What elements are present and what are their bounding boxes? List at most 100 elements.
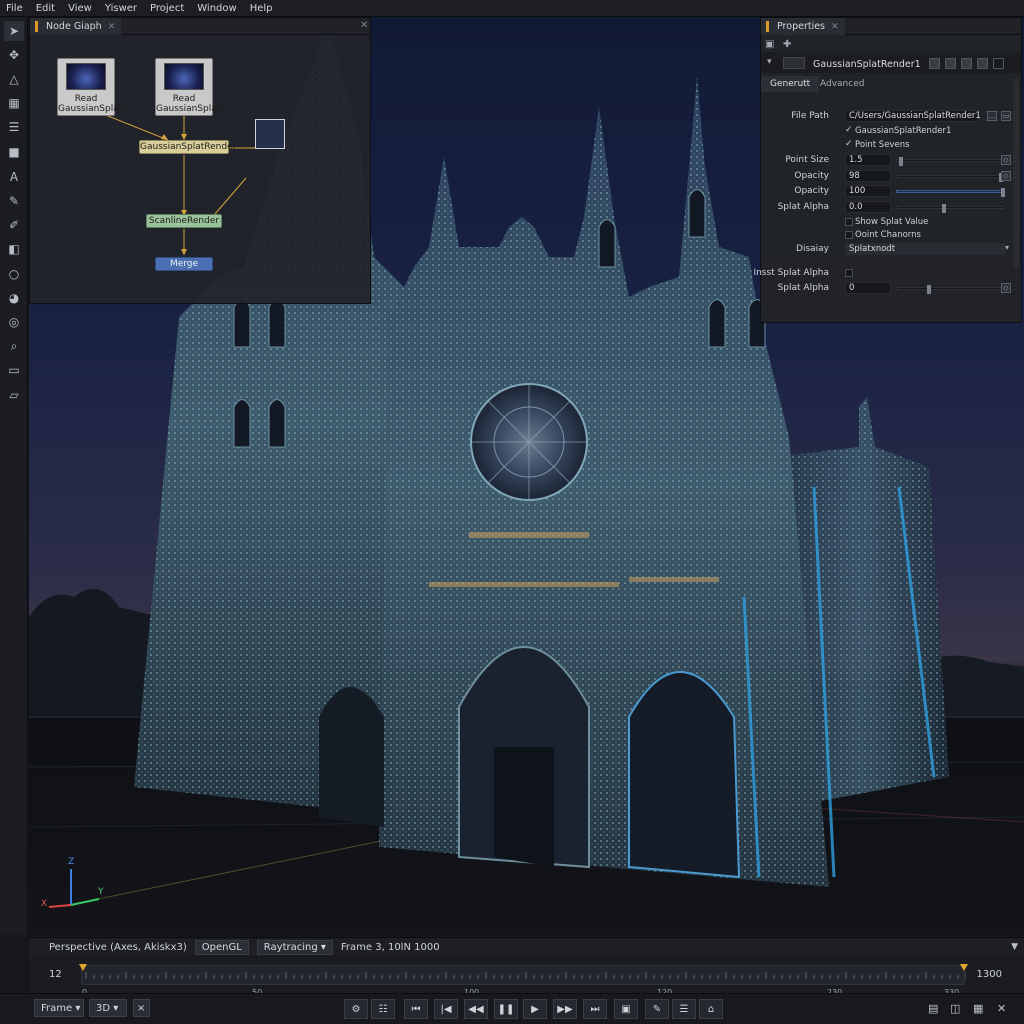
slider-knob[interactable]	[927, 285, 931, 294]
slider-knob[interactable]	[942, 204, 946, 213]
paint-icon[interactable]: ✐	[4, 215, 24, 235]
camera-icon[interactable]: ◫	[950, 1002, 960, 1015]
edit-icon[interactable]: ✎	[645, 999, 669, 1019]
perspective-label[interactable]: Perspective (Axes, Akiskx3)	[49, 942, 187, 953]
merge-node[interactable]: Merge	[155, 257, 213, 271]
gaussian-splat-render-node[interactable]: GaussianSplatRender	[139, 140, 236, 154]
menu-project[interactable]: Project	[150, 3, 184, 14]
copy-icon[interactable]	[929, 58, 940, 69]
dimension-dropdown[interactable]: 3D ▾	[89, 999, 127, 1017]
grid-icon[interactable]: ▦	[4, 93, 24, 113]
slider-knob[interactable]	[899, 157, 903, 166]
opacity-input[interactable]: 98	[845, 170, 891, 182]
tab-advanced[interactable]: Advanced	[811, 76, 873, 92]
properties-scrollbar[interactable]	[1013, 78, 1019, 268]
text-icon[interactable]: A	[4, 167, 24, 187]
frame-mode-dropdown[interactable]: Frame ▾	[34, 999, 84, 1017]
show-splat-value-checkbox[interactable]	[845, 218, 853, 226]
tag-icon[interactable]: ⌂	[699, 999, 723, 1019]
skip-to-start-icon[interactable]: ⏮	[404, 999, 428, 1019]
folder-icon[interactable]: ▱	[4, 385, 24, 405]
add-icon[interactable]: ✚	[783, 39, 791, 50]
cursor-icon[interactable]: ➤	[4, 21, 24, 41]
splat-alpha-slider-2[interactable]	[896, 285, 1004, 294]
menu-viewer[interactable]: Yiswer	[105, 3, 137, 14]
grid-icon[interactable]: ▦	[973, 1002, 983, 1015]
close-node-icon[interactable]	[993, 58, 1004, 69]
raytracing-dropdown[interactable]: Raytracing ▾	[256, 939, 333, 955]
timeline-start-frame[interactable]: 12	[49, 969, 62, 980]
chevron-down-icon[interactable]: ▼	[1011, 942, 1018, 952]
circle-icon[interactable]: ○	[4, 264, 24, 284]
read-node-1[interactable]: Read GaussianSplat	[57, 58, 122, 116]
opengl-button[interactable]: OpenGL	[194, 939, 249, 955]
timeline-out-marker[interactable]	[960, 964, 968, 971]
snapshot-icon[interactable]: ▤	[928, 1002, 938, 1015]
transform-icon[interactable]: ✥	[4, 45, 24, 65]
check-icon[interactable]: ✓	[845, 125, 853, 135]
point-size-input[interactable]: 1.5	[845, 154, 891, 166]
close-icon[interactable]: ✕	[831, 22, 839, 32]
chevron-down-icon[interactable]: ▾	[1005, 243, 1009, 252]
close-button[interactable]: ×	[133, 999, 150, 1017]
pause-icon[interactable]: ❚❚	[494, 999, 518, 1019]
menu-window[interactable]: Window	[197, 3, 236, 14]
splat-alpha-input[interactable]: 0.0	[845, 201, 891, 213]
image-icon[interactable]: ▭	[4, 360, 24, 380]
opacity-slider[interactable]	[896, 173, 1004, 182]
brush-icon[interactable]: ✎	[4, 191, 24, 211]
menu-help[interactable]: Help	[250, 3, 273, 14]
fast-forward-icon[interactable]: ▶▶	[553, 999, 577, 1019]
read-node-2[interactable]: Read GaussianSplat	[155, 58, 220, 116]
measure-icon[interactable]: △	[4, 69, 24, 89]
keyframe-icon[interactable]: ◇	[1001, 283, 1011, 293]
pin-icon[interactable]	[977, 58, 988, 69]
keyframe-icon[interactable]: ◇	[1001, 171, 1011, 181]
node-name-field[interactable]: GaussianSplatRender1	[813, 59, 921, 70]
record-icon[interactable]: ▣	[614, 999, 638, 1019]
timeline-track[interactable]: 0 50 100 120 230 330	[79, 964, 968, 997]
timeline-in-marker[interactable]	[79, 964, 87, 971]
slider-knob[interactable]	[1001, 188, 1005, 197]
point-channels-checkbox[interactable]	[845, 231, 853, 239]
keyframe-icon[interactable]: ◇	[1001, 155, 1011, 165]
menu-edit[interactable]: Edit	[36, 3, 55, 14]
file-path-input[interactable]: C/Users/GaussianSplatRender1	[845, 110, 981, 122]
paste-icon[interactable]	[945, 58, 956, 69]
menu-view[interactable]: View	[68, 3, 92, 14]
cube-icon[interactable]: ■	[4, 142, 24, 162]
skip-to-end-icon[interactable]: ⏭	[583, 999, 607, 1019]
zoom-icon[interactable]: ⌕	[4, 336, 24, 356]
point-size-slider[interactable]	[896, 157, 1004, 166]
splat-alpha-input-2[interactable]: 0	[845, 282, 891, 294]
insert-splat-alpha-checkbox[interactable]	[845, 269, 853, 277]
palette-icon[interactable]: ◕	[4, 288, 24, 308]
compass-icon[interactable]: ◎	[4, 312, 24, 332]
opacity-input-2[interactable]: 100	[845, 185, 891, 197]
camera-icon[interactable]: ◧	[4, 239, 24, 259]
list-icon[interactable]: ☰	[4, 117, 24, 137]
lock-icon[interactable]: ▣	[765, 39, 774, 50]
viewer-node[interactable]	[255, 119, 285, 149]
tab-properties[interactable]: Properties ✕	[761, 18, 845, 35]
properties-panel[interactable]: Properties ✕ ▣ ✚ ▾ GaussianSplatRender1 …	[753, 17, 1022, 323]
collapse-icon[interactable]: ▾	[767, 57, 772, 67]
settings-icon[interactable]	[961, 58, 972, 69]
check-icon[interactable]: ✓	[845, 139, 853, 149]
settings-icon[interactable]: ⚙	[344, 999, 368, 1019]
browse-dots-icon[interactable]: …	[987, 111, 997, 121]
display-dropdown[interactable]: Splatxnodt	[845, 243, 1005, 255]
timeline-end-frame[interactable]: 1300	[977, 969, 1002, 980]
menu-icon[interactable]: ☰	[672, 999, 696, 1019]
node-color-swatch[interactable]	[783, 57, 805, 69]
opacity-slider-2[interactable]	[896, 188, 1005, 197]
folder-icon[interactable]: ▭	[1001, 111, 1011, 121]
play-icon[interactable]: ▶	[523, 999, 547, 1019]
scanline-render-node[interactable]: ScanlineRender	[146, 214, 222, 228]
rewind-icon[interactable]: ◀◀	[464, 999, 488, 1019]
list-icon[interactable]: ☷	[371, 999, 395, 1019]
menu-file[interactable]: File	[6, 3, 23, 14]
step-back-icon[interactable]: |◀	[434, 999, 458, 1019]
splat-alpha-slider[interactable]	[896, 204, 1004, 213]
close-icon[interactable]: ✕	[997, 1002, 1006, 1015]
